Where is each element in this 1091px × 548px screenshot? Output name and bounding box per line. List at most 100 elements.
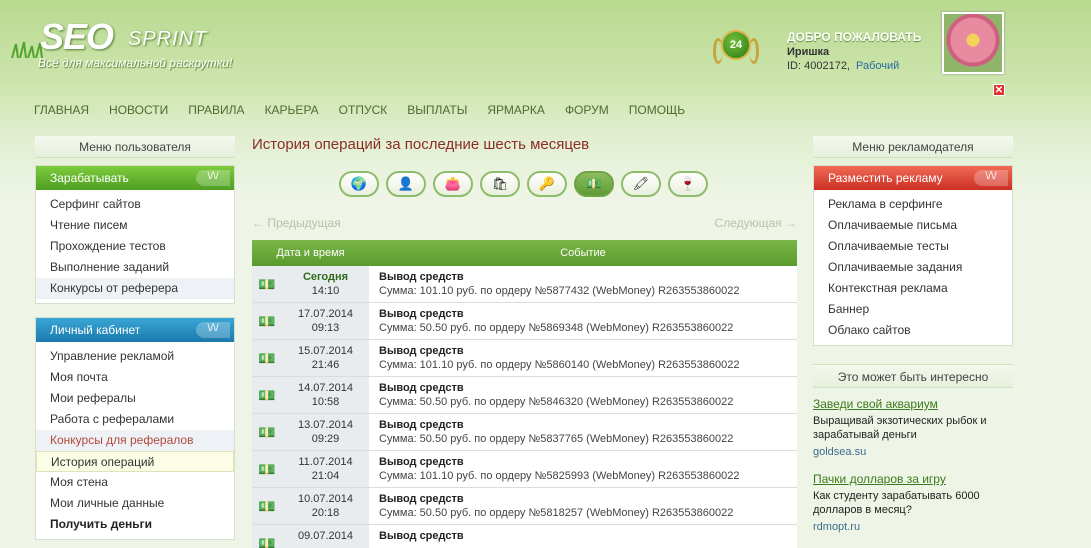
row-time: 09:13 — [311, 322, 340, 334]
collapse-icon[interactable]: \/\/ — [196, 170, 230, 186]
avatar[interactable] — [942, 12, 1004, 74]
menu-item-history[interactable]: История операций — [36, 451, 234, 472]
money-icon: 💵 — [252, 266, 282, 302]
collapse-icon[interactable]: \/\/ — [974, 170, 1008, 186]
row-datetime: 15.07.2014 21:46 — [282, 340, 369, 376]
filter-wallet-button[interactable]: 👛 — [433, 171, 473, 197]
row-event-title: Вывод средств — [379, 456, 464, 468]
filter-glass-button[interactable]: 🍷 — [668, 171, 708, 197]
filter-bag-button[interactable]: 🛍 — [480, 171, 520, 197]
menu-item-wall[interactable]: Моя стена — [36, 472, 234, 493]
menu-item-referrals[interactable]: Мои рефералы — [36, 388, 234, 409]
row-event: Вывод средств — [369, 525, 797, 548]
money-icon: 💵 — [252, 303, 282, 339]
row-event: Вывод средств Сумма: 50.50 руб. по ордеру… — [369, 377, 797, 413]
menu-item-paid-letters[interactable]: Оплачиваемые письма — [814, 215, 1012, 236]
row-event-desc: Сумма: 50.50 руб. по ордеру №5846320 (We… — [379, 396, 734, 408]
filter-money-button[interactable]: 💵 — [574, 171, 614, 197]
nav-help[interactable]: ПОМОЩЬ — [629, 103, 685, 117]
nav-news[interactable]: НОВОСТИ — [109, 103, 168, 117]
table-row: 💵 11.07.2014 21:04 Вывод средств Сумма: 101.… — [252, 451, 797, 488]
nav-home[interactable]: ГЛАВНАЯ — [34, 103, 89, 117]
cabinet-header[interactable]: Личный кабинет \/\/ — [36, 318, 234, 342]
logo[interactable]: SEO SPRINT Всё для максимальной раскрутк… — [10, 10, 260, 75]
row-event-desc: Сумма: 101.10 руб. по ордеру №5877432 (W… — [379, 285, 740, 297]
page-title: История операций за последние шесть меся… — [252, 136, 590, 153]
row-event-title: Вывод средств — [379, 419, 464, 431]
menu-item-personal-data[interactable]: Мои личные данные — [36, 493, 234, 514]
row-datetime: 17.07.2014 09:13 — [282, 303, 369, 339]
row-event-title: Вывод средств — [379, 493, 464, 505]
user-status-link[interactable]: Рабочий — [856, 60, 899, 72]
row-event: Вывод средств Сумма: 101.10 руб. по ордер… — [369, 451, 797, 487]
row-time: 20:18 — [311, 507, 340, 519]
ad-url[interactable]: rdmopt.ru — [813, 521, 1013, 533]
row-datetime: 14.07.2014 10:58 — [282, 377, 369, 413]
menu-item-site-cloud[interactable]: Облако сайтов — [814, 320, 1012, 341]
menu-item-surfing[interactable]: Серфинг сайтов — [36, 194, 234, 215]
right-sidebar: Меню рекламодателя Разместить рекламу \/… — [813, 136, 1013, 533]
nav-payouts[interactable]: ВЫПЛАТЫ — [407, 103, 467, 117]
prev-page-link[interactable]: ← Предыдущая — [252, 216, 341, 230]
menu-item-letters[interactable]: Чтение писем — [36, 215, 234, 236]
main-nav: ГЛАВНАЯ НОВОСТИ ПРАВИЛА КАРЬЕРА ОТПУСК В… — [34, 103, 705, 117]
cabinet-title: Личный кабинет — [50, 323, 141, 337]
ad-block: Заведи свой аквариум Выращивай экзотичес… — [813, 397, 1013, 458]
nav-vacation[interactable]: ОТПУСК — [339, 103, 388, 117]
row-datetime: Сегодня 14:10 — [282, 266, 369, 302]
menu-item-tests[interactable]: Прохождение тестов — [36, 236, 234, 257]
menu-item-tasks[interactable]: Выполнение заданий — [36, 257, 234, 278]
filter-key-button[interactable]: 🔑 — [527, 171, 567, 197]
ad-title-link[interactable]: Пачки долларов за игру — [813, 472, 1013, 486]
cabinet-box: Личный кабинет \/\/ Управление рекламой … — [35, 317, 235, 540]
row-date: Сегодня — [302, 271, 349, 283]
table-body: 💵 Сегодня 14:10 Вывод средств Сумма: 101.10 … — [252, 266, 797, 548]
row-time: 10:58 — [311, 396, 340, 408]
table-row: 💵 14.07.2014 10:58 Вывод средств Сумма: 50.5… — [252, 377, 797, 414]
menu-item-mail[interactable]: Моя почта — [36, 367, 234, 388]
row-datetime: 11.07.2014 21:04 — [282, 451, 369, 487]
interest-title: Это может быть интересно — [813, 364, 1013, 388]
col-date: Дата и время — [276, 247, 345, 259]
user-icon: 👤 — [397, 176, 415, 191]
table-row: 💵 15.07.2014 21:46 Вывод средств Сумма: 101.… — [252, 340, 797, 377]
close-icon[interactable]: ✕ — [993, 84, 1005, 96]
table-row: 💵 17.07.2014 09:13 Вывод средств Сумма: 50.5… — [252, 303, 797, 340]
collapse-icon[interactable]: \/\/ — [196, 322, 230, 338]
next-page-link[interactable]: Следующая → — [715, 216, 797, 230]
ad-url[interactable]: goldsea.su — [813, 446, 1013, 458]
logo-tagline: Всё для максимальной раскрутки! — [38, 56, 233, 70]
place-ad-title: Разместить рекламу — [828, 171, 943, 185]
level-badge[interactable]: 24 — [713, 28, 759, 70]
menu-item-referral-contests[interactable]: Конкурсы для рефералов — [36, 430, 234, 451]
pen-icon: 🖍 — [632, 176, 650, 191]
nav-rules[interactable]: ПРАВИЛА — [188, 103, 244, 117]
menu-item-referrer-contests[interactable]: Конкурсы от реферера — [36, 278, 234, 299]
menu-item-paid-tasks[interactable]: Оплачиваемые задания — [814, 257, 1012, 278]
menu-item-get-money[interactable]: Получить деньги — [36, 514, 234, 535]
menu-item-referral-work[interactable]: Работа с рефералами — [36, 409, 234, 430]
row-event-desc: Сумма: 101.10 руб. по ордеру №5825993 (W… — [379, 470, 740, 482]
row-event-title: Вывод средств — [379, 271, 464, 283]
filter-globe-button[interactable]: 🌍 — [339, 171, 379, 197]
menu-item-surf-ads[interactable]: Реклама в серфинге — [814, 194, 1012, 215]
user-name: Иришка — [787, 46, 830, 58]
filter-pen-button[interactable]: 🖍 — [621, 171, 661, 197]
row-event: Вывод средств Сумма: 50.50 руб. по ордеру… — [369, 303, 797, 339]
earn-header[interactable]: Зарабатывать \/\/ — [36, 166, 234, 190]
user-menu-title: Меню пользователя — [35, 136, 235, 158]
filter-user-button[interactable]: 👤 — [386, 171, 426, 197]
row-event: Вывод средств Сумма: 101.10 руб. по ордер… — [369, 266, 797, 302]
nav-fair[interactable]: ЯРМАРКА — [487, 103, 545, 117]
place-ad-header[interactable]: Разместить рекламу \/\/ — [814, 166, 1012, 190]
nav-career[interactable]: КАРЬЕРА — [265, 103, 319, 117]
menu-item-paid-tests[interactable]: Оплачиваемые тесты — [814, 236, 1012, 257]
menu-item-banner[interactable]: Баннер — [814, 299, 1012, 320]
table-header: Дата и время Событие — [252, 240, 797, 266]
nav-forum[interactable]: ФОРУМ — [565, 103, 609, 117]
ad-title-link[interactable]: Заведи свой аквариум — [813, 397, 1013, 411]
menu-item-ad-management[interactable]: Управление рекламой — [36, 346, 234, 367]
row-date: 15.07.2014 — [297, 345, 354, 357]
menu-item-context-ads[interactable]: Контекстная реклама — [814, 278, 1012, 299]
money-icon: 💵 — [252, 377, 282, 413]
